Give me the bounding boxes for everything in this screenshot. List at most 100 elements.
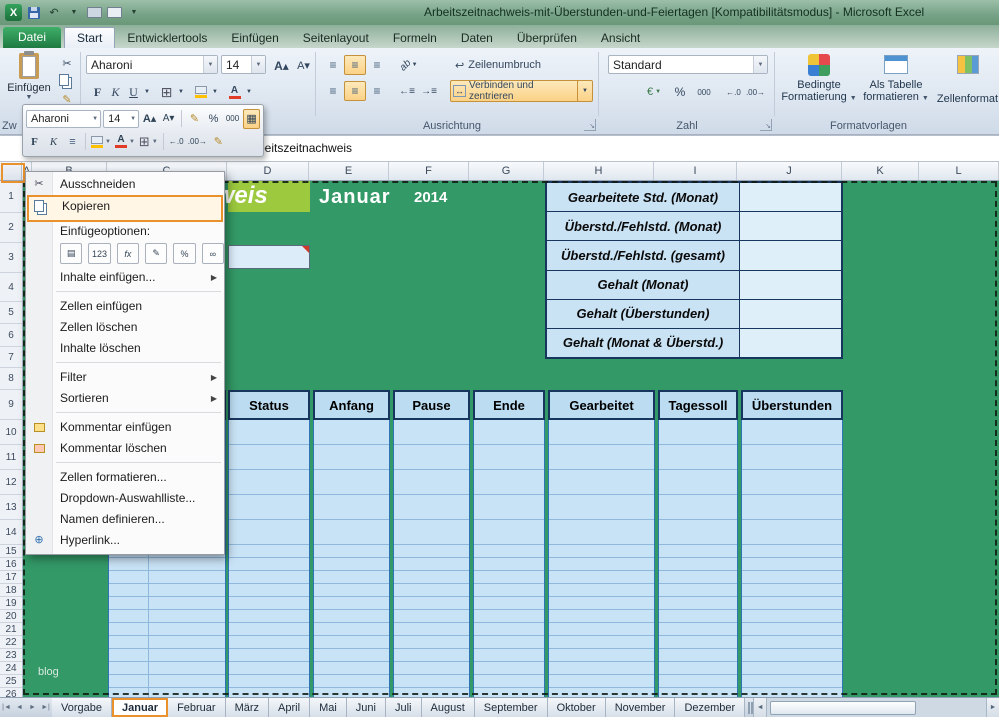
table-cell[interactable]: [474, 649, 544, 662]
print-icon[interactable]: [86, 5, 102, 21]
table-cell[interactable]: [109, 675, 225, 688]
ribbon-tab-entwicklertools[interactable]: Entwicklertools: [115, 28, 219, 48]
borders-button[interactable]: ⊞: [156, 81, 177, 103]
paste-option-percent-icon[interactable]: %: [173, 243, 195, 264]
table-cell[interactable]: [659, 470, 737, 495]
menu-item-namen-definieren[interactable]: Namen definieren...: [26, 509, 224, 530]
sheet-tab-november[interactable]: November: [606, 698, 676, 717]
first-sheet-icon[interactable]: |◄: [0, 698, 13, 717]
row-header-20[interactable]: 20: [0, 610, 22, 623]
print-preview-icon[interactable]: [106, 5, 122, 21]
menu-item-ausschneiden[interactable]: ✂Ausschneiden: [26, 174, 224, 195]
row-header-12[interactable]: 12: [0, 470, 22, 495]
accounting-format-button[interactable]: €▼: [640, 81, 668, 103]
sheet-tab-april[interactable]: April: [269, 698, 310, 717]
table-cell[interactable]: [314, 662, 389, 675]
table-cell[interactable]: [394, 545, 469, 558]
mini-fill-color-icon[interactable]: ▼: [90, 132, 112, 152]
table-cell[interactable]: [659, 662, 737, 675]
table-cell[interactable]: [394, 662, 469, 675]
table-cell[interactable]: [474, 597, 544, 610]
table-cell[interactable]: [659, 675, 737, 688]
table-cell[interactable]: [742, 520, 842, 545]
table-cell[interactable]: [394, 584, 469, 597]
font-size-dropdown-icon[interactable]: ▼: [251, 56, 265, 73]
font-color-dropdown-icon[interactable]: ▼: [243, 81, 255, 103]
increase-decimal-button[interactable]: ←.0: [722, 81, 745, 103]
table-cell[interactable]: [742, 623, 842, 636]
table-cell[interactable]: [109, 662, 225, 675]
excel-logo-icon[interactable]: X: [5, 4, 22, 21]
table-cell[interactable]: [742, 649, 842, 662]
table-cell[interactable]: [549, 545, 654, 558]
merge-center-button[interactable]: ↔Verbinden und zentrieren: [450, 80, 582, 102]
table-cell[interactable]: [314, 636, 389, 649]
table-cell[interactable]: [229, 558, 309, 571]
table-cell[interactable]: [314, 420, 389, 445]
sheet-tab-februar[interactable]: Februar: [168, 698, 226, 717]
table-cell[interactable]: [549, 662, 654, 675]
table-cell[interactable]: [109, 636, 225, 649]
font-name-combo[interactable]: Aharoni ▼: [86, 55, 218, 74]
table-cell[interactable]: [314, 597, 389, 610]
sheet-tab-dezember[interactable]: Dezember: [675, 698, 745, 717]
table-cell[interactable]: [742, 495, 842, 520]
table-cell[interactable]: [474, 662, 544, 675]
ribbon-tab-datei[interactable]: Datei: [3, 27, 61, 48]
table-cell[interactable]: [742, 445, 842, 470]
table-cell[interactable]: [549, 597, 654, 610]
row-header-9[interactable]: 9: [0, 390, 22, 420]
row-header-14[interactable]: 14: [0, 520, 22, 545]
menu-item-inhalte-einfuegen[interactable]: Inhalte einfügen...▶: [26, 267, 224, 288]
table-cell[interactable]: [549, 445, 654, 470]
table-cell[interactable]: [394, 571, 469, 584]
row-header-16[interactable]: 16: [0, 558, 22, 571]
table-cell[interactable]: [659, 420, 737, 445]
fill-color-dropdown-icon[interactable]: ▼: [209, 81, 221, 103]
mini-font-color-icon[interactable]: A▼: [114, 132, 136, 152]
menu-item-dropdown-auswahlliste[interactable]: Dropdown-Auswahlliste...: [26, 488, 224, 509]
column-header-f[interactable]: F: [389, 162, 469, 180]
table-cell[interactable]: [549, 649, 654, 662]
sheet-tab-juni[interactable]: Juni: [347, 698, 386, 717]
table-cell[interactable]: [229, 675, 309, 688]
table-cell[interactable]: [314, 495, 389, 520]
scrollbar-thumb[interactable]: [770, 701, 916, 715]
paste-option-link-icon[interactable]: ∞: [202, 243, 224, 264]
italic-button[interactable]: K: [106, 81, 125, 103]
table-cell[interactable]: [314, 545, 389, 558]
column-header-k[interactable]: K: [842, 162, 919, 180]
cell-styles-button[interactable]: Zellenformat: [936, 52, 999, 116]
table-cell[interactable]: [549, 495, 654, 520]
ribbon-tab-formeln[interactable]: Formeln: [381, 28, 449, 48]
table-cell[interactable]: [229, 597, 309, 610]
table-cell[interactable]: [229, 584, 309, 597]
undo-dropdown-icon[interactable]: ▼: [66, 5, 82, 21]
wrap-text-button[interactable]: ↩Zeilenumbruch: [450, 54, 546, 76]
merge-center-dropdown-icon[interactable]: ▼: [577, 80, 593, 102]
align-left-button[interactable]: ≡: [322, 81, 344, 101]
paste-option-123-icon[interactable]: 123: [88, 243, 110, 264]
table-cell[interactable]: [229, 520, 309, 545]
table-cell[interactable]: [474, 445, 544, 470]
table-cell[interactable]: [549, 470, 654, 495]
table-cell[interactable]: [742, 420, 842, 445]
table-cell[interactable]: [549, 610, 654, 623]
align-top-button[interactable]: ≡: [322, 55, 344, 75]
table-cell[interactable]: [314, 445, 389, 470]
percent-style-button[interactable]: %: [670, 81, 690, 103]
table-cell[interactable]: [474, 545, 544, 558]
menu-item-hyperlink[interactable]: ⊕Hyperlink...: [26, 530, 224, 551]
borders-dropdown-icon[interactable]: ▼: [175, 81, 187, 103]
cut-button[interactable]: ✂: [57, 54, 77, 72]
table-cell[interactable]: [474, 636, 544, 649]
mini-grow-font-icon[interactable]: A▴: [141, 109, 158, 129]
align-right-button[interactable]: ≡: [366, 81, 388, 101]
row-header-24[interactable]: 24: [0, 662, 22, 675]
sheet-tab-januar[interactable]: Januar: [112, 698, 168, 717]
comma-style-button[interactable]: 000: [690, 81, 718, 103]
menu-item-zellen-loeschen[interactable]: Zellen löschen: [26, 317, 224, 338]
summary-value-cell[interactable]: [740, 212, 841, 240]
next-sheet-icon[interactable]: ►: [26, 698, 39, 717]
table-cell[interactable]: [742, 610, 842, 623]
